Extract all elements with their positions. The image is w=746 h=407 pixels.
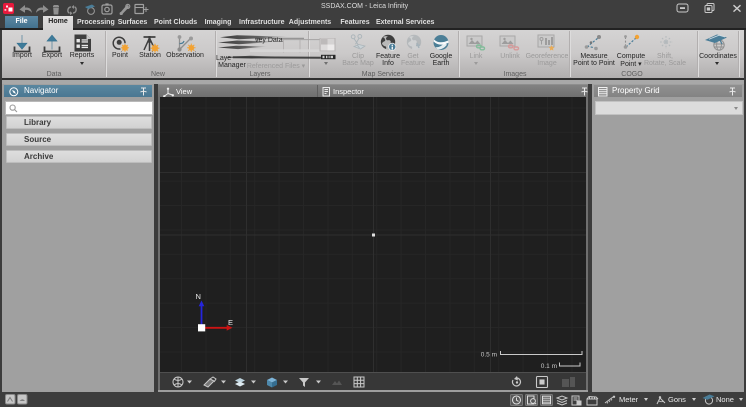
svg-text:0.1 m: 0.1 m <box>541 363 557 370</box>
svg-text:0.5 m: 0.5 m <box>481 352 497 359</box>
svg-text:E: E <box>228 318 233 327</box>
svg-text:N: N <box>196 292 201 301</box>
